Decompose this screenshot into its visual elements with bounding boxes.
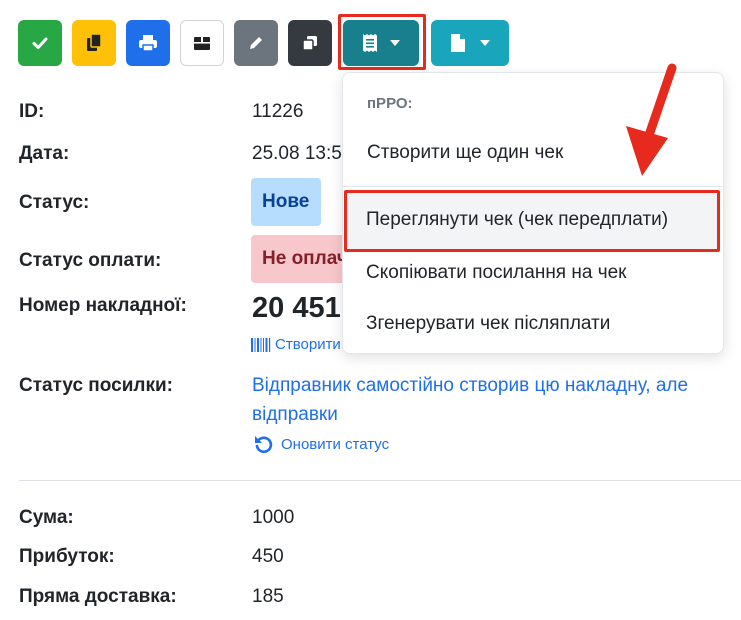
box-icon	[194, 37, 210, 50]
create-barcode-link[interactable]: Створити	[251, 336, 341, 353]
copy-icon	[87, 33, 102, 51]
refresh-status-link[interactable]: Оновити статус	[253, 434, 389, 454]
confirm-button[interactable]	[18, 20, 62, 66]
menu-item-create-receipt[interactable]: Створити ще один чек	[367, 142, 563, 164]
profit-label: Прибуток:	[19, 546, 115, 567]
date-value: 25.08 13:5	[252, 143, 342, 164]
date-label: Дата:	[19, 143, 70, 164]
edit-button[interactable]	[234, 20, 278, 66]
refresh-icon	[255, 436, 273, 454]
arrow-icon	[626, 63, 677, 176]
duplicate-button[interactable]	[288, 20, 332, 66]
sum-label: Сума:	[19, 507, 74, 528]
document-dropdown-button[interactable]	[431, 20, 509, 66]
section-divider	[19, 480, 741, 481]
dropdown-divider	[343, 186, 723, 187]
document-icon	[451, 34, 465, 52]
waybill-label: Номер накладної:	[19, 295, 187, 316]
menu-item-generate-postpay-receipt[interactable]: Згенерувати чек післяплати	[366, 313, 610, 335]
dropdown-header: пРРО:	[367, 95, 413, 112]
copy-button[interactable]	[72, 20, 116, 66]
print-button[interactable]	[126, 20, 170, 66]
duplicate-icon	[302, 36, 317, 51]
direct-delivery-value: 185	[252, 586, 284, 607]
parcel-status-text-line1[interactable]: Відправник самостійно створив цю накладн…	[252, 375, 688, 397]
parcel-status-label: Статус посилки:	[19, 375, 173, 396]
receipt-button-highlight	[338, 14, 426, 70]
parcel-status-text-line2[interactable]: відправки	[252, 404, 338, 426]
id-label: ID:	[19, 101, 45, 122]
caret-down-icon	[480, 40, 490, 46]
direct-delivery-label: Пряма доставка:	[19, 586, 177, 607]
refresh-status-label: Оновити статус	[281, 435, 390, 453]
barcode-icon	[251, 337, 271, 352]
waybill-number: 20 451	[252, 292, 341, 324]
status-label: Статус:	[19, 192, 90, 213]
payment-status-label: Статус оплати:	[19, 250, 162, 271]
status-badge[interactable]: Нове	[251, 178, 321, 226]
create-barcode-label: Створити	[275, 336, 341, 353]
package-button[interactable]	[180, 20, 224, 66]
profit-value: 450	[252, 546, 284, 567]
menu-item-copy-receipt-link[interactable]: Скопіювати посилання на чек	[366, 262, 627, 284]
check-icon	[32, 37, 48, 49]
id-value: 11226	[252, 101, 304, 122]
pencil-icon	[250, 37, 262, 49]
menu-item-view-receipt[interactable]: Переглянути чек (чек передплати)	[366, 209, 668, 231]
print-icon	[139, 35, 157, 52]
sum-value: 1000	[252, 507, 295, 528]
